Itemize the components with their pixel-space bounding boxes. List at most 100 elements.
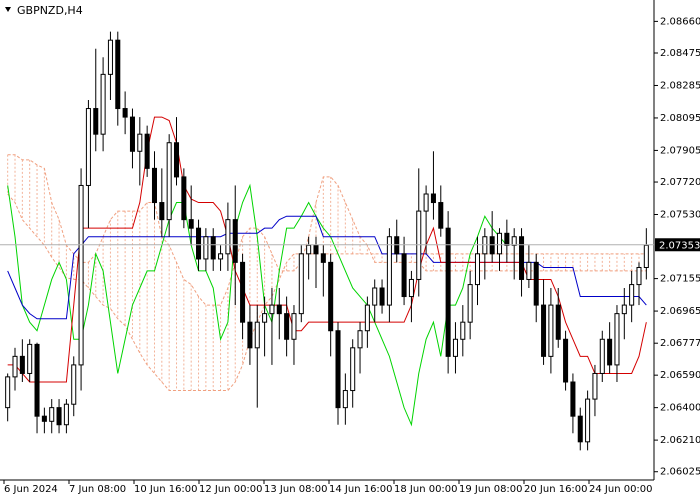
candle-body-down	[19, 355, 25, 374]
x-tick-label: 19 Jun 08:00	[459, 484, 523, 495]
candle-body-down	[93, 108, 99, 135]
candle-body-down	[56, 407, 62, 426]
candle-body-down	[533, 261, 539, 306]
current-price-label: 2.07353	[659, 240, 700, 251]
candle-body-up	[423, 193, 429, 212]
candle-body-down	[519, 236, 525, 280]
candle-body-up	[496, 232, 503, 255]
candle-body-up	[467, 284, 473, 323]
candle-body-down	[577, 415, 583, 443]
candle-body-up	[262, 313, 268, 323]
candle-body-down	[320, 253, 326, 263]
candle-body-up	[12, 355, 18, 378]
candle-body-up	[203, 236, 209, 260]
candle-body-up	[298, 253, 304, 315]
candle-body-up	[225, 219, 231, 255]
candle	[181, 168, 187, 229]
y-tick-label: 2.07155	[660, 274, 700, 285]
candle-body-up	[306, 244, 312, 255]
symbol-label: GBPNZD,H4	[17, 4, 83, 17]
candle-body-down	[144, 133, 150, 169]
y-tick-label: 2.06590	[660, 370, 700, 381]
candle-body-up	[460, 321, 466, 340]
candle-body-up	[452, 338, 458, 357]
candle-body-up	[629, 284, 635, 306]
candle-body-up	[166, 142, 172, 221]
y-tick-label: 2.07905	[660, 145, 700, 156]
y-tick-label: 2.06965	[660, 306, 700, 317]
candle-body-down	[563, 338, 569, 383]
candle-body-up	[585, 398, 591, 443]
candle-body-down	[188, 219, 194, 229]
x-tick-label: 20 Jun 16:00	[524, 484, 588, 495]
x-tick-label: 24 Jun 00:00	[589, 484, 653, 495]
x-tick-label: 7 Jun 08:00	[69, 484, 126, 495]
candle-body-up	[137, 133, 143, 152]
y-tick-label: 2.06400	[660, 403, 700, 414]
candle-body-up	[621, 304, 627, 315]
candle-body-up	[548, 304, 554, 357]
candle-body-down	[247, 321, 253, 349]
candle-body-up	[78, 184, 84, 366]
candle-body-down	[313, 244, 319, 255]
x-tick-label: 18 Jun 00:00	[394, 484, 458, 495]
y-tick-label: 2.07720	[660, 177, 700, 188]
candle-body-down	[489, 236, 495, 255]
candle-body-up	[592, 372, 598, 400]
candle-body-down	[541, 304, 547, 357]
candle-body-down	[276, 304, 282, 315]
candle-body-up	[85, 108, 91, 186]
candle-body-up	[49, 407, 55, 422]
y-tick-label: 2.07530	[660, 210, 700, 221]
candle-body-up	[636, 266, 642, 286]
candle-body-down	[401, 253, 407, 298]
candle-body-down	[34, 343, 40, 417]
candle-body-up	[386, 236, 392, 306]
candle	[445, 211, 451, 374]
candle-body-down	[570, 381, 576, 417]
candle-body-up	[643, 244, 649, 268]
candle-body-up	[5, 376, 11, 409]
candle-body-down	[129, 116, 135, 152]
candle-body-up	[482, 236, 488, 255]
candle-body-up	[63, 403, 69, 426]
candle-body-down	[438, 202, 444, 229]
y-tick-label: 2.08475	[660, 48, 700, 59]
candlestick-chart[interactable]: 2.08660 2.08475 2.08285 2.08095 2.07905 2.077…	[0, 0, 700, 500]
candle-body-down	[181, 176, 187, 221]
candle-body-up	[357, 330, 363, 349]
candle-body-down	[173, 142, 180, 178]
candle-body-down	[151, 167, 158, 204]
candle-body-up	[416, 210, 422, 280]
candle-body-up	[218, 253, 224, 260]
candle	[563, 330, 569, 391]
y-tick-label: 2.08660	[660, 16, 700, 27]
candle-body-down	[504, 232, 510, 246]
candle-body-up	[408, 278, 414, 298]
candle-body-up	[474, 253, 481, 286]
y-tick-label: 2.06210	[660, 435, 700, 446]
candle-body-up	[100, 73, 106, 135]
y-tick-label: 2.06777	[660, 338, 700, 349]
candle-body-up	[614, 313, 620, 366]
candle-body-up	[372, 287, 378, 306]
candle-body-up	[511, 236, 517, 246]
y-tick-label: 2.08095	[660, 113, 700, 124]
candle-body-down	[210, 236, 216, 260]
candle-body-up	[71, 364, 77, 405]
candle-body-up	[254, 321, 260, 349]
candle-body-up	[27, 343, 33, 374]
candle-body-down	[379, 287, 385, 306]
candle-body-down	[122, 108, 128, 118]
candle-body-down	[196, 227, 202, 260]
y-tick-label: 2.08285	[660, 80, 700, 91]
candle-body-up	[291, 313, 297, 340]
candle-body-up	[269, 304, 275, 315]
candle-body-up	[599, 338, 605, 374]
candle-body-up	[107, 39, 113, 75]
candle-body-down	[159, 202, 165, 221]
x-tick-label: 14 Jun 16:00	[329, 484, 393, 495]
candle-body-up	[350, 347, 356, 392]
x-tick-label: 12 Jun 00:00	[199, 484, 263, 495]
candle-body-up	[526, 261, 532, 280]
